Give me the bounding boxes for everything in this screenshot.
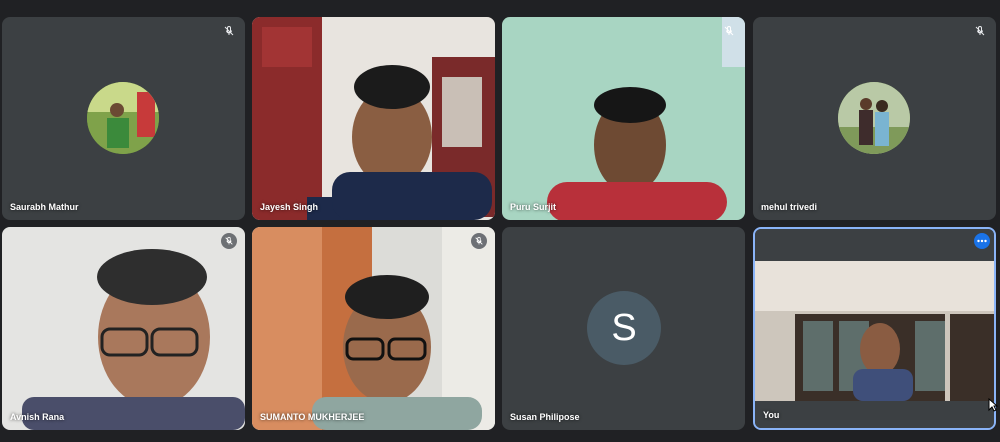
mic-off-icon [972, 23, 988, 39]
avatar [87, 82, 159, 154]
participant-tile-saurabh-mathur[interactable]: Saurabh Mathur [2, 17, 245, 220]
video-feed [252, 227, 495, 430]
participant-tile-avnish-rana[interactable]: Avnish Rana [2, 227, 245, 430]
participant-name: Susan Philipose [510, 412, 580, 422]
participant-tile-sumanto-mukherjee[interactable]: SUMANTO MUKHERJEE [252, 227, 495, 430]
participant-name: SUMANTO MUKHERJEE [260, 412, 365, 422]
mic-off-icon [221, 23, 237, 39]
participant-name: Jayesh Singh [260, 202, 319, 212]
mic-off-icon [721, 23, 737, 39]
participant-name: Saurabh Mathur [10, 202, 79, 212]
avatar [838, 82, 910, 154]
participant-name: Puru Surjit [510, 202, 557, 212]
participant-tile-puru-surjit[interactable]: Puru Surjit [502, 17, 745, 220]
video-feed [2, 227, 245, 430]
video-feed [502, 17, 745, 220]
video-feed [755, 229, 994, 428]
participant-tile-jayesh-singh[interactable]: Jayesh Singh [252, 17, 495, 220]
participant-tile-mehul-trivedi[interactable]: mehul trivedi [753, 17, 996, 220]
mic-off-icon [221, 233, 237, 249]
participant-name: You [763, 410, 780, 420]
participant-name: Avnish Rana [10, 412, 65, 422]
participant-tile-susan-philipose[interactable]: S Susan Philipose [502, 227, 745, 430]
more-options-icon[interactable] [974, 233, 990, 249]
cursor-icon [988, 398, 998, 412]
mic-off-icon [471, 233, 487, 249]
participant-name: mehul trivedi [761, 202, 818, 212]
participant-tile-you[interactable]: You [753, 227, 996, 430]
avatar: S [587, 291, 661, 365]
video-feed [252, 17, 495, 220]
